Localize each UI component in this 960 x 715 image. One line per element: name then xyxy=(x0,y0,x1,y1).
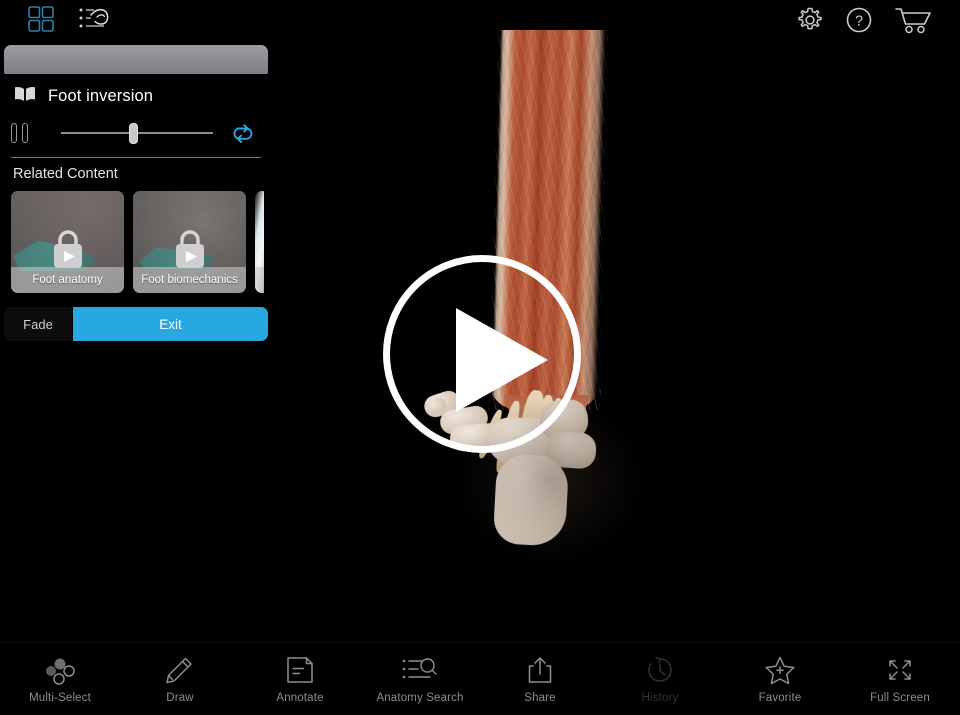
loop-icon[interactable] xyxy=(231,121,257,145)
share-icon xyxy=(524,655,556,685)
tool-anatomy-search[interactable]: Anatomy Search xyxy=(360,643,480,704)
related-content-label: Related Content xyxy=(13,166,118,182)
pause-button[interactable] xyxy=(11,122,37,144)
open-book-icon xyxy=(13,85,37,108)
panel-drag-handle[interactable] xyxy=(4,45,268,74)
related-thumbnail-next[interactable] xyxy=(255,191,264,293)
multi-select-icon xyxy=(40,655,80,685)
play-triangle-icon xyxy=(456,308,548,412)
media-panel-body: Foot inversion Related Content Foot anat… xyxy=(0,74,272,341)
tool-label: Anatomy Search xyxy=(376,692,464,704)
star-plus-icon xyxy=(762,655,798,685)
related-thumbnail-foot-anatomy[interactable]: Foot anatomy xyxy=(11,191,124,293)
grid-view-icon[interactable] xyxy=(26,4,56,34)
annotate-page-icon xyxy=(282,655,318,685)
tool-share[interactable]: Share xyxy=(480,643,600,704)
gear-icon[interactable] xyxy=(796,6,824,34)
tool-label: Draw xyxy=(166,692,194,704)
svg-text:?: ? xyxy=(855,14,863,30)
tool-full-screen[interactable]: Full Screen xyxy=(840,643,960,704)
related-thumbnail-foot-biomechanics[interactable]: Foot biomechanics xyxy=(133,191,246,293)
exit-button[interactable]: Exit xyxy=(73,307,268,341)
panel-title: Foot inversion xyxy=(48,87,154,105)
top-bar: ? xyxy=(0,0,960,44)
anatomy-viewer-app: ? Foot inversion Related Content Foot an… xyxy=(0,0,960,715)
bottom-toolbar: Multi-Select Draw Annotate Anatomy Searc… xyxy=(0,642,960,715)
muscle-list-icon[interactable] xyxy=(78,4,112,34)
history-clock-icon xyxy=(644,655,676,685)
tool-multi-select[interactable]: Multi-Select xyxy=(0,643,120,704)
tool-label: Favorite xyxy=(758,692,802,704)
anatomy-search-icon xyxy=(400,655,440,685)
thumbnail-caption: Foot anatomy xyxy=(11,267,124,293)
tool-favorite[interactable]: Favorite xyxy=(720,643,840,704)
tool-label: Annotate xyxy=(276,692,324,704)
tool-history[interactable]: History xyxy=(600,643,720,704)
timeline-slider[interactable] xyxy=(61,122,213,144)
top-right-icon-group: ? xyxy=(796,5,934,35)
full-screen-icon xyxy=(880,655,920,685)
play-overlay-button[interactable] xyxy=(383,255,581,453)
thumbnail-caption xyxy=(255,267,264,293)
panel-title-row: Foot inversion xyxy=(0,74,272,108)
cart-icon[interactable] xyxy=(894,5,934,35)
thumbnail-caption: Foot biomechanics xyxy=(133,267,246,293)
media-player-controls xyxy=(0,108,258,145)
tool-label: History xyxy=(641,692,679,704)
related-content-list[interactable]: Foot anatomy Foot biomechanics xyxy=(11,191,264,293)
tool-draw[interactable]: Draw xyxy=(120,643,240,704)
calcaneus-bone xyxy=(492,453,570,547)
timeline-slider-thumb[interactable] xyxy=(129,123,139,144)
pencil-icon xyxy=(163,655,197,685)
pause-bar-left xyxy=(11,123,17,143)
pause-bar-right xyxy=(22,123,28,143)
tool-annotate[interactable]: Annotate xyxy=(240,643,360,704)
help-icon[interactable]: ? xyxy=(845,6,873,34)
fade-button[interactable]: Fade xyxy=(4,307,73,341)
tool-label: Multi-Select xyxy=(29,692,91,704)
panel-action-buttons: Fade Exit xyxy=(4,307,268,341)
top-left-icon-group xyxy=(26,4,112,34)
tool-label: Share xyxy=(524,692,556,704)
tool-label: Full Screen xyxy=(870,692,930,704)
